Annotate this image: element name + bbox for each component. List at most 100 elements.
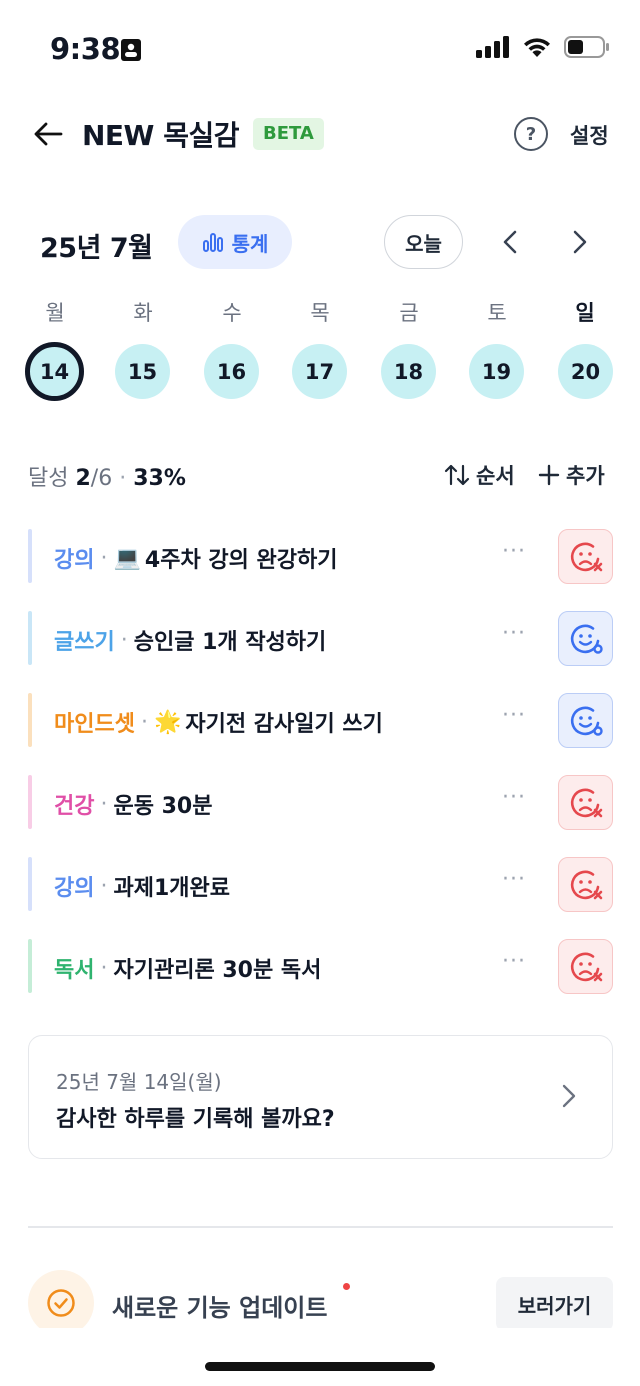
day-button[interactable]: 19 [469,344,524,399]
beta-badge: BETA [253,118,324,150]
task-row[interactable]: 건강 · 운동 30분 ··· [28,775,618,831]
add-label: 추가 [566,464,605,488]
task-status-button[interactable] [558,775,613,830]
task-status-button[interactable] [558,939,613,994]
task-title: 4주차 강의 완강하기 [144,548,338,573]
record-prompt: 감사한 하루를 기록해 볼까요? [56,1107,335,1132]
task-category: 강의 [54,876,95,901]
bottom-fade [0,1328,640,1386]
task-status-button[interactable] [558,693,613,748]
wifi-icon [524,38,550,57]
day-button[interactable]: 15 [115,344,170,399]
category-bar [28,611,32,665]
status-bar: 9:38 [0,0,640,100]
category-bar [28,857,32,911]
achievement-summary: 달성 2/6 · 33% [28,460,186,492]
day-button[interactable]: 17 [292,344,347,399]
category-bar [28,939,32,993]
plus-icon [538,464,560,486]
achievement-percent: 33% [133,466,186,491]
order-label: 순서 [476,464,515,488]
check-circle-icon [47,1289,75,1317]
more-options-button[interactable]: ··· [502,621,526,646]
weekday-label: 수 [222,301,242,325]
smile-face-icon [570,624,603,654]
task-category: 마인드셋 [54,712,135,737]
battery-icon [564,36,609,58]
chevron-right-icon [562,1084,576,1112]
smile-face-icon [570,706,603,736]
separator-dot: · [120,627,128,653]
task-status-button[interactable] [558,857,613,912]
achievement-label: 달성 [28,466,69,491]
today-button[interactable]: 오늘 [384,215,463,269]
task-title: 과제1개완료 [113,876,230,901]
task-row[interactable]: 마인드셋 · 🌟 자기전 감사일기 쓰기 ··· [28,693,618,749]
task-row[interactable]: 독서 · 자기관리론 30분 독서 ··· [28,939,618,995]
divider [28,1226,613,1228]
more-options-button[interactable]: ··· [502,949,526,974]
task-row[interactable]: 강의 · 과제1개완료 ··· [28,857,618,913]
back-button[interactable] [30,116,66,152]
separator-dot: · [119,466,127,491]
settings-button[interactable]: 설정 [570,120,609,150]
weekday-label: 금 [399,301,419,325]
task-status-button[interactable] [558,529,613,584]
more-options-button[interactable]: ··· [502,539,526,564]
sad-face-icon [570,952,602,981]
weekday-label: 일 [575,301,595,325]
sad-face-icon [570,542,602,571]
prev-week-button[interactable] [496,226,524,258]
task-title: 자기관리론 30분 독서 [113,958,322,983]
task-status-button[interactable] [558,611,613,666]
task-emoji: 🌟 [153,709,182,735]
view-update-button[interactable]: 보러가기 [496,1277,613,1331]
more-options-button[interactable]: ··· [502,867,526,892]
day-button-selected[interactable]: 14 [25,342,84,401]
separator-dot: · [100,873,108,899]
record-date: 25년 7월 14일(월) [56,1070,222,1094]
sad-face-icon [570,870,602,899]
achievement-total: /6 [90,466,113,491]
task-title: 자기전 감사일기 쓰기 [185,712,383,737]
month-label: 25년 7월 [40,233,153,264]
task-category: 독서 [54,958,95,983]
day-button[interactable]: 18 [381,344,436,399]
separator-dot: · [100,955,108,981]
help-icon: ? [525,123,537,145]
task-category: 건강 [54,794,95,819]
weekday-label: 목 [310,301,330,325]
home-indicator [205,1362,435,1371]
record-card[interactable]: 25년 7월 14일(월) 감사한 하루를 기록해 볼까요? [28,1035,613,1159]
sad-face-icon [570,788,602,817]
achievement-done: 2 [75,466,91,491]
notification-dot [343,1283,350,1290]
more-options-button[interactable]: ··· [502,785,526,810]
help-button[interactable]: ? [514,117,548,151]
sort-icon [444,464,470,486]
task-row[interactable]: 글쓰기 · 승인글 1개 작성하기 ··· [28,611,618,667]
more-options-button[interactable]: ··· [502,703,526,728]
order-button[interactable]: 순서 [444,460,515,490]
day-button[interactable]: 20 [558,344,613,399]
separator-dot: · [140,709,148,735]
day-button[interactable]: 16 [204,344,259,399]
arrow-left-icon [34,122,63,146]
weekday-label: 월 [45,301,65,325]
stats-button[interactable]: 통계 [178,215,292,269]
separator-dot: · [100,791,108,817]
id-card-icon [120,38,142,66]
next-week-button[interactable] [566,226,594,258]
weekday-label: 토 [487,301,507,325]
status-time: 9:38 [50,32,121,66]
task-title: 승인글 1개 작성하기 [133,630,327,655]
separator-dot: · [100,545,108,571]
task-row[interactable]: 강의 · 💻 4주차 강의 완강하기 ··· [28,529,618,585]
add-button[interactable]: 추가 [538,460,605,490]
chevron-left-icon [503,230,517,254]
task-category: 강의 [54,548,95,573]
signal-icon [476,36,509,58]
task-title: 운동 30분 [113,794,213,819]
task-category: 글쓰기 [54,630,115,655]
update-text: 새로운 기능 업데이트 [112,1294,328,1322]
